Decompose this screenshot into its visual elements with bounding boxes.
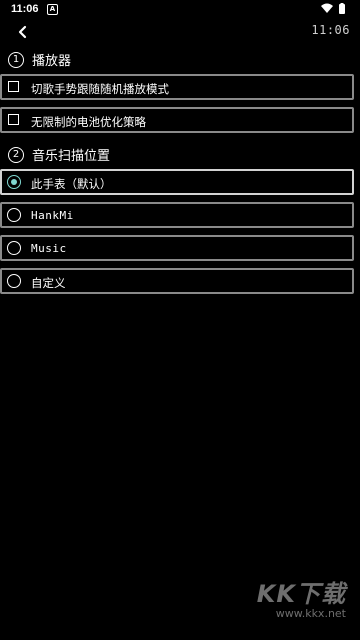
option-label: 切歌手势跟随随机播放模式: [31, 82, 169, 96]
watermark: KK下载 www.kkx.net: [257, 574, 346, 620]
radio-selected[interactable]: [7, 175, 21, 189]
scan-label: Music: [31, 242, 67, 255]
checkbox[interactable]: [8, 81, 19, 92]
top-bar: 11:06: [0, 18, 360, 44]
scan-label: 自定义: [31, 276, 66, 290]
wifi-icon: [321, 3, 333, 13]
option-label: 无限制的电池优化策略: [31, 115, 146, 129]
radio[interactable]: [7, 274, 21, 288]
option-battery-optimization[interactable]: 无限制的电池优化策略: [0, 107, 354, 133]
section-title-player: 播放器: [32, 54, 72, 69]
scan-option-custom[interactable]: 自定义: [0, 268, 354, 294]
radio[interactable]: [7, 241, 21, 255]
section-number: 1: [8, 51, 24, 68]
radio[interactable]: [7, 208, 21, 222]
section-number: 2: [8, 146, 24, 163]
back-button[interactable]: [14, 22, 34, 42]
status-bar: 11:06 A: [0, 0, 360, 18]
scan-label: 此手表（默认）: [31, 177, 112, 191]
notification-icon: A: [47, 4, 58, 15]
status-time: 11:06: [11, 3, 39, 15]
option-gesture-shuffle[interactable]: 切歌手势跟随随机播放模式: [0, 74, 354, 100]
header-clock: 11:06: [311, 23, 350, 37]
watermark-logo: KK下载: [256, 580, 346, 608]
section-scan-location: 2 音乐扫描位置: [8, 145, 110, 165]
chevron-left-icon: [18, 25, 27, 39]
checkbox[interactable]: [8, 114, 19, 125]
battery-icon: [339, 3, 345, 14]
scan-option-this-watch[interactable]: 此手表（默认）: [0, 169, 354, 195]
scan-option-hankmi[interactable]: HankMi: [0, 202, 354, 228]
scan-option-music[interactable]: Music: [0, 235, 354, 261]
scan-label: HankMi: [31, 209, 74, 222]
status-icons: [320, 3, 348, 15]
section-title-scan: 音乐扫描位置: [32, 149, 111, 164]
section-player: 1 播放器: [8, 50, 71, 70]
